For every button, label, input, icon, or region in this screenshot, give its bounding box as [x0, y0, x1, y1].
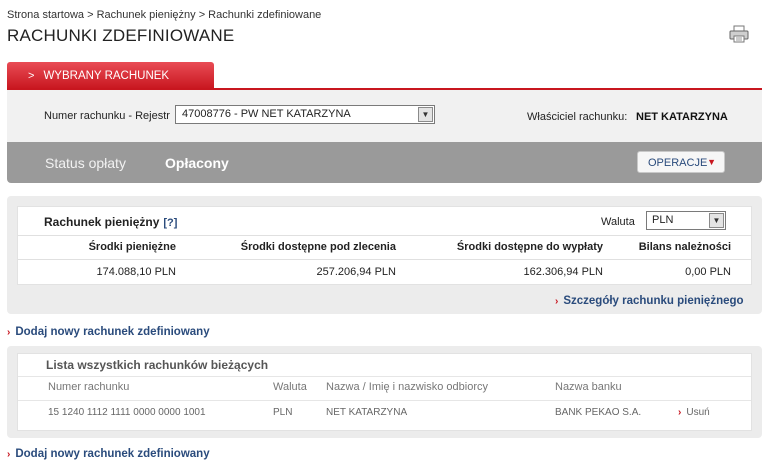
column-header-cash: Środki pieniężne	[88, 241, 176, 253]
chevron-down-icon[interactable]: ▼	[418, 107, 433, 122]
chevron-down-icon: ▼	[707, 157, 716, 167]
divider	[18, 259, 751, 260]
add-account-label: Dodaj nowy rachunek zdefiniowany	[15, 326, 210, 338]
chevron-right-icon: ›	[678, 407, 682, 418]
value-receivables: 0,00 PLN	[685, 266, 731, 278]
add-account-label: Dodaj nowy rachunek zdefiniowany	[15, 448, 210, 460]
divider	[18, 400, 751, 401]
accounts-list-panel: Lista wszystkich rachunków bieżących Num…	[7, 346, 762, 438]
chevron-right-icon: ›	[7, 327, 11, 338]
account-select[interactable]: 47008776 - PW NET KATARZYNA ▼	[175, 105, 435, 124]
value-available-orders: 257.206,94 PLN	[316, 266, 396, 278]
owner-label: Właściciel rachunku:	[527, 111, 628, 123]
operations-label: OPERACJE	[648, 157, 708, 169]
column-header-bank: Nazwa banku	[555, 381, 622, 393]
status-value: Opłacony	[165, 155, 229, 171]
owner-value: NET KATARZYNA	[636, 111, 728, 123]
currency-select-value: PLN	[652, 214, 674, 226]
column-header-currency: Waluta	[273, 381, 307, 393]
remove-label: Usuń	[686, 407, 710, 418]
value-available-withdrawal: 162.306,94 PLN	[523, 266, 603, 278]
accounts-list-title: Lista wszystkich rachunków bieżących	[46, 358, 269, 372]
column-header-receivables: Bilans należności	[638, 241, 731, 253]
row-currency: PLN	[273, 407, 293, 418]
cash-account-box: Rachunek pieniężny [?] Waluta PLN ▼ Środk…	[17, 206, 752, 285]
details-link-label: Szczegóły rachunku pieniężnego	[563, 295, 744, 307]
row-bank: BANK PEKAO S.A.	[555, 407, 642, 418]
cash-account-details-link[interactable]: › Szczegóły rachunku pieniężnego	[555, 295, 744, 307]
help-link[interactable]: [?]	[163, 217, 177, 229]
tab-selected-account[interactable]: > WYBRANY RACHUNEK	[7, 62, 214, 89]
divider	[18, 376, 751, 377]
remove-link[interactable]: › Usuń	[678, 407, 710, 418]
add-account-link-bottom[interactable]: › Dodaj nowy rachunek zdefiniowany	[7, 448, 210, 460]
tab-strip: > WYBRANY RACHUNEK	[7, 62, 762, 90]
page-title: RACHUNKI ZDEFINIOWANE	[7, 26, 235, 45]
row-account-number: 15 1240 1112 1111 0000 0000 1001	[48, 407, 206, 418]
add-account-link-top[interactable]: › Dodaj nowy rachunek zdefiniowany	[7, 326, 210, 338]
divider	[18, 235, 751, 236]
chevron-right-icon: >	[28, 70, 35, 82]
column-header-available-orders: Środki dostępne pod zlecenia	[240, 241, 396, 253]
column-header-recipient: Nazwa / Imię i nazwisko odbiorcy	[326, 381, 489, 393]
breadcrumb[interactable]: Strona startowa > Rachunek pieniężny > R…	[7, 9, 321, 21]
chevron-right-icon: ›	[555, 296, 559, 307]
currency-label: Waluta	[601, 216, 635, 228]
cash-account-title-text: Rachunek pieniężny	[44, 215, 160, 229]
chevron-down-icon[interactable]: ▼	[709, 213, 724, 228]
account-panel: Numer rachunku - Rejestr 47008776 - PW N…	[7, 90, 762, 142]
tab-label: WYBRANY RACHUNEK	[43, 70, 170, 82]
operations-button[interactable]: OPERACJE ▼	[637, 151, 725, 173]
cash-account-title: Rachunek pieniężny [?]	[44, 215, 177, 229]
currency-select[interactable]: PLN ▼	[646, 211, 726, 230]
account-select-value: 47008776 - PW NET KATARZYNA	[182, 108, 351, 120]
account-number-label: Numer rachunku - Rejestr	[44, 110, 170, 122]
status-bar: Status opłaty Opłacony OPERACJE ▼	[7, 142, 762, 183]
column-header-account-number: Numer rachunku	[48, 381, 130, 393]
status-label: Status opłaty	[45, 155, 126, 171]
printer-icon[interactable]	[729, 25, 749, 43]
value-cash: 174.088,10 PLN	[96, 266, 176, 278]
row-recipient: NET KATARZYNA	[326, 407, 408, 418]
column-header-available-withdrawal: Środki dostępne do wypłaty	[456, 241, 603, 253]
accounts-list-box: Lista wszystkich rachunków bieżących Num…	[17, 353, 752, 431]
chevron-right-icon: ›	[7, 449, 11, 460]
